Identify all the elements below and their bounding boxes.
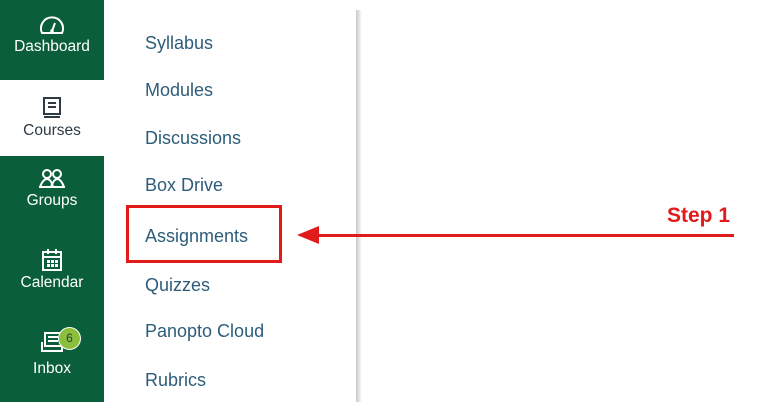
- course-link-box-drive[interactable]: Box Drive: [145, 175, 223, 196]
- calendar-icon: [42, 249, 62, 271]
- menu-shadow: [356, 10, 362, 402]
- nav-label-inbox: Inbox: [33, 360, 71, 377]
- groups-icon: [39, 169, 65, 188]
- course-link-panopto-cloud[interactable]: Panopto Cloud: [145, 321, 264, 342]
- dashboard-icon: [40, 16, 64, 34]
- nav-label-courses: Courses: [23, 122, 81, 139]
- course-link-modules[interactable]: Modules: [145, 80, 213, 101]
- course-navigation-menu: Syllabus Modules Discussions Box Drive A…: [104, 0, 356, 402]
- assignments-highlight-box: [126, 205, 282, 263]
- nav-item-groups[interactable]: Groups: [0, 168, 104, 230]
- nav-label-dashboard: Dashboard: [14, 38, 90, 55]
- course-link-discussions[interactable]: Discussions: [145, 128, 241, 149]
- course-link-syllabus[interactable]: Syllabus: [145, 33, 213, 54]
- nav-label-calendar: Calendar: [20, 274, 84, 291]
- nav-item-courses[interactable]: Courses: [0, 80, 104, 156]
- nav-item-inbox[interactable]: 6 Inbox: [0, 327, 104, 400]
- course-link-rubrics[interactable]: Rubrics: [145, 370, 206, 391]
- step-label: Step 1: [667, 204, 731, 227]
- annotation-arrow-line: [316, 234, 734, 237]
- unread-count-badge: 6: [58, 327, 81, 350]
- nav-item-calendar[interactable]: Calendar: [0, 248, 104, 310]
- nav-item-dashboard[interactable]: Dashboard: [0, 14, 104, 76]
- nav-label-groups: Groups: [26, 192, 78, 209]
- course-link-quizzes[interactable]: Quizzes: [145, 275, 210, 296]
- global-nav: Dashboard Courses Groups Calendar 6 Inbo…: [0, 0, 104, 402]
- courses-icon: [43, 97, 61, 118]
